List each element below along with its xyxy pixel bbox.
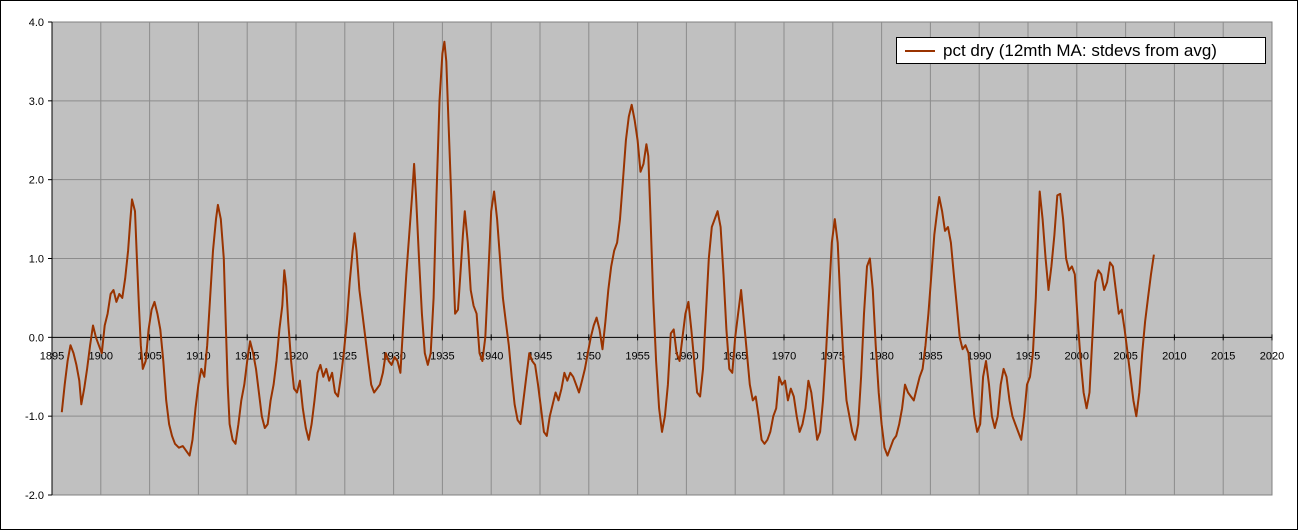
y-tick-label: 4.0 <box>29 17 44 29</box>
y-tick-label: 2.0 <box>29 175 44 187</box>
y-tick-label: 3.0 <box>29 96 44 108</box>
x-tick-label: 1975 <box>821 350 845 362</box>
y-tick-label: -1.0 <box>25 411 44 423</box>
x-tick-label: 1955 <box>625 350 649 362</box>
y-tick-label: 1.0 <box>29 254 44 266</box>
x-tick-label: 2000 <box>1065 350 1089 362</box>
legend: pct dry (12mth MA: stdevs from avg) <box>896 37 1266 64</box>
x-tick-label: 2020 <box>1260 350 1284 362</box>
y-tick-label: -2.0 <box>25 490 44 502</box>
x-tick-label: 1965 <box>723 350 747 362</box>
legend-swatch <box>905 49 935 52</box>
x-tick-label: 1970 <box>772 350 796 362</box>
x-tick-label: 2015 <box>1211 350 1235 362</box>
x-tick-label: 1980 <box>869 350 893 362</box>
x-tick-label: 2010 <box>1162 350 1186 362</box>
x-tick-label: 1920 <box>284 350 308 362</box>
legend-label: pct dry (12mth MA: stdevs from avg) <box>943 40 1217 60</box>
x-tick-label: 1995 <box>1016 350 1040 362</box>
x-tick-label: 2005 <box>1113 350 1137 362</box>
x-tick-label: 1985 <box>918 350 942 362</box>
line-chart: 1895 1900 1905 1910 1915 1920 1925 1930 1935 1940… <box>25 17 1284 502</box>
y-tick-label: 0.0 <box>29 332 44 344</box>
x-tick-label: 1990 <box>967 350 991 362</box>
x-tick-label: 1935 <box>430 350 454 362</box>
